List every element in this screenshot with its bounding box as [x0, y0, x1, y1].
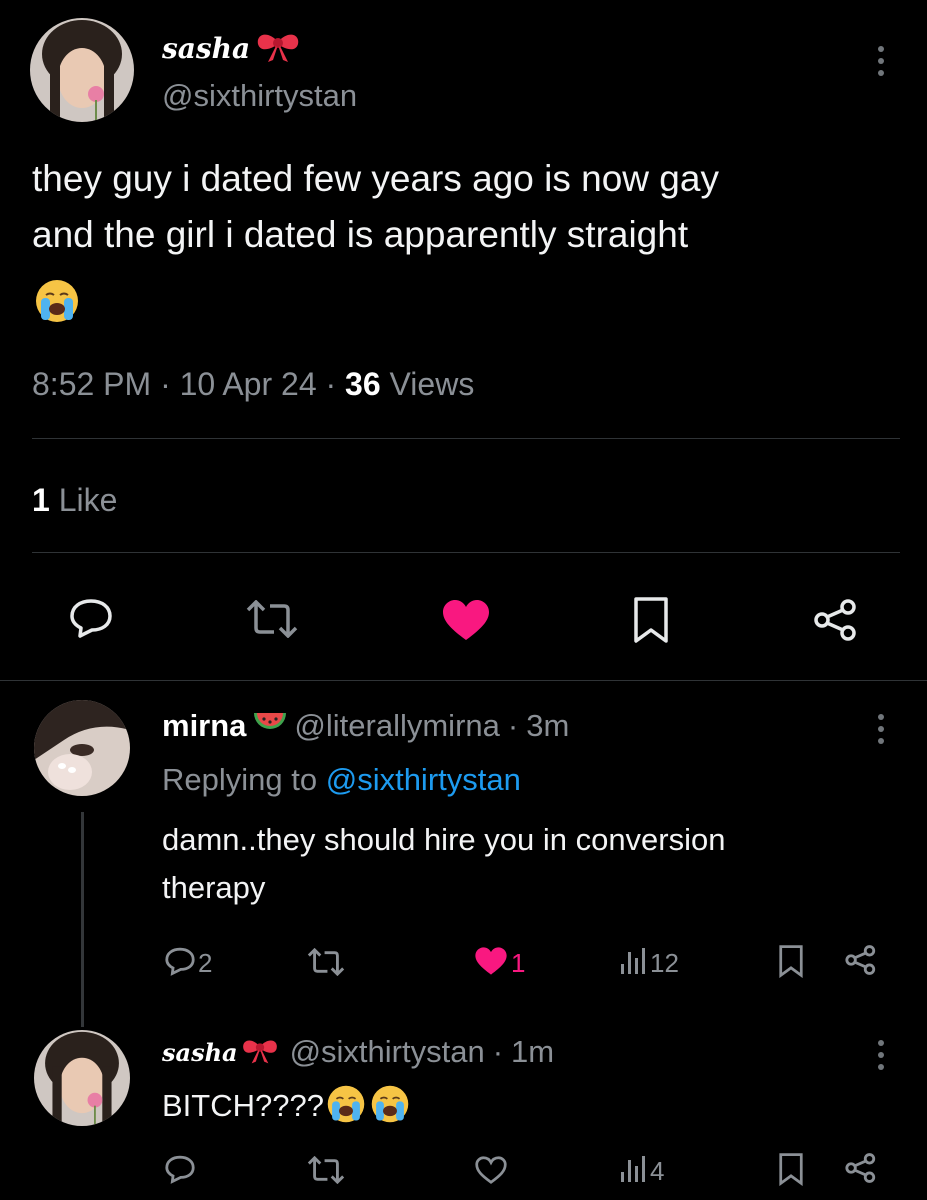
avatar-sasha[interactable]: [34, 1030, 130, 1126]
reply-text-line-1: damn..they should hire you in conversion: [162, 822, 726, 857]
more-options-icon[interactable]: [876, 1040, 886, 1076]
more-options-icon[interactable]: [876, 46, 886, 82]
more-options-icon[interactable]: [876, 714, 886, 750]
reply-count: 2: [198, 948, 213, 978]
tweet-meta: 8:52 PM · 10 Apr 24 · 36 Views: [32, 366, 474, 403]
replying-to-handle[interactable]: @sixthirtystan: [326, 762, 521, 797]
reply-author-name[interactable]: mirna: [162, 708, 246, 744]
views-label: Views: [389, 366, 475, 402]
reply-author-name[interactable]: sasha: [162, 1038, 238, 1067]
like-button[interactable]: 1: [474, 946, 525, 981]
bow-emoji-icon: [254, 28, 302, 69]
likes-summary[interactable]: 1 Like: [32, 482, 117, 519]
divider: [0, 680, 927, 681]
author-handle[interactable]: @sixthirtystan: [162, 78, 357, 114]
avatar-mirna[interactable]: [34, 700, 130, 796]
tweet-text-line-2: and the girl i dated is apparently strai…: [32, 214, 689, 255]
meta-separator: ·: [507, 708, 519, 743]
share-icon[interactable]: [812, 598, 860, 642]
crying-emoji-icon: [370, 1084, 410, 1129]
heart-icon: [474, 946, 508, 981]
share-icon[interactable]: [844, 1152, 878, 1189]
reply-icon[interactable]: [68, 597, 114, 639]
divider: [32, 438, 900, 439]
reply-text-line-2: therapy: [162, 870, 266, 905]
views-count: 36: [345, 366, 381, 402]
tweet-date: 10 Apr 24: [179, 366, 317, 402]
likes-label: Like: [58, 482, 118, 518]
retweet-icon[interactable]: [244, 600, 300, 638]
bookmark-icon[interactable]: [632, 596, 670, 644]
reply-button[interactable]: 2: [164, 946, 212, 981]
crying-emoji-icon: [326, 1084, 366, 1129]
replying-to: Replying to @sixthirtystan: [162, 762, 521, 798]
meta-separator: ·: [325, 366, 337, 402]
views-icon: [620, 946, 646, 979]
crying-emoji-icon: [34, 278, 80, 329]
reply-icon[interactable]: [164, 1154, 196, 1189]
view-count: 12: [650, 948, 679, 978]
reply-author-handle[interactable]: @sixthirtystan: [290, 1034, 485, 1070]
bow-emoji-icon: [240, 1035, 280, 1070]
likes-count: 1: [32, 482, 50, 518]
like-count: 1: [511, 948, 526, 978]
bookmark-icon[interactable]: [778, 944, 804, 983]
retweet-icon[interactable]: [306, 1155, 346, 1189]
views-button[interactable]: 12: [620, 946, 679, 979]
tweet-text-line-1: they guy i dated few years ago is now ga…: [32, 158, 719, 199]
retweet-icon[interactable]: [306, 947, 346, 981]
view-count: 4: [650, 1156, 665, 1186]
author-display-name[interactable]: sasha: [162, 32, 250, 65]
thread-line: [81, 812, 84, 1027]
reply-age: 1m: [511, 1034, 555, 1069]
meta-separator: ·: [160, 366, 171, 402]
heart-icon[interactable]: [474, 1155, 508, 1190]
share-icon[interactable]: [844, 944, 878, 981]
bookmark-icon[interactable]: [778, 1152, 804, 1191]
meta-separator: ·: [492, 1034, 504, 1069]
views-button[interactable]: 4: [620, 1154, 664, 1187]
divider: [32, 552, 900, 553]
avatar-sasha[interactable]: [30, 18, 134, 122]
watermelon-emoji-icon: [252, 709, 288, 744]
like-heart-icon[interactable]: [441, 598, 491, 642]
tweet-time: 8:52 PM: [32, 366, 152, 402]
replying-prefix: Replying to: [162, 762, 318, 797]
reply-age: 3m: [526, 708, 570, 743]
reply-author-handle[interactable]: @literallymirna: [294, 708, 499, 744]
views-icon: [620, 1154, 646, 1187]
reply-text: BITCH????: [162, 1088, 324, 1123]
reply-icon: [164, 946, 196, 981]
